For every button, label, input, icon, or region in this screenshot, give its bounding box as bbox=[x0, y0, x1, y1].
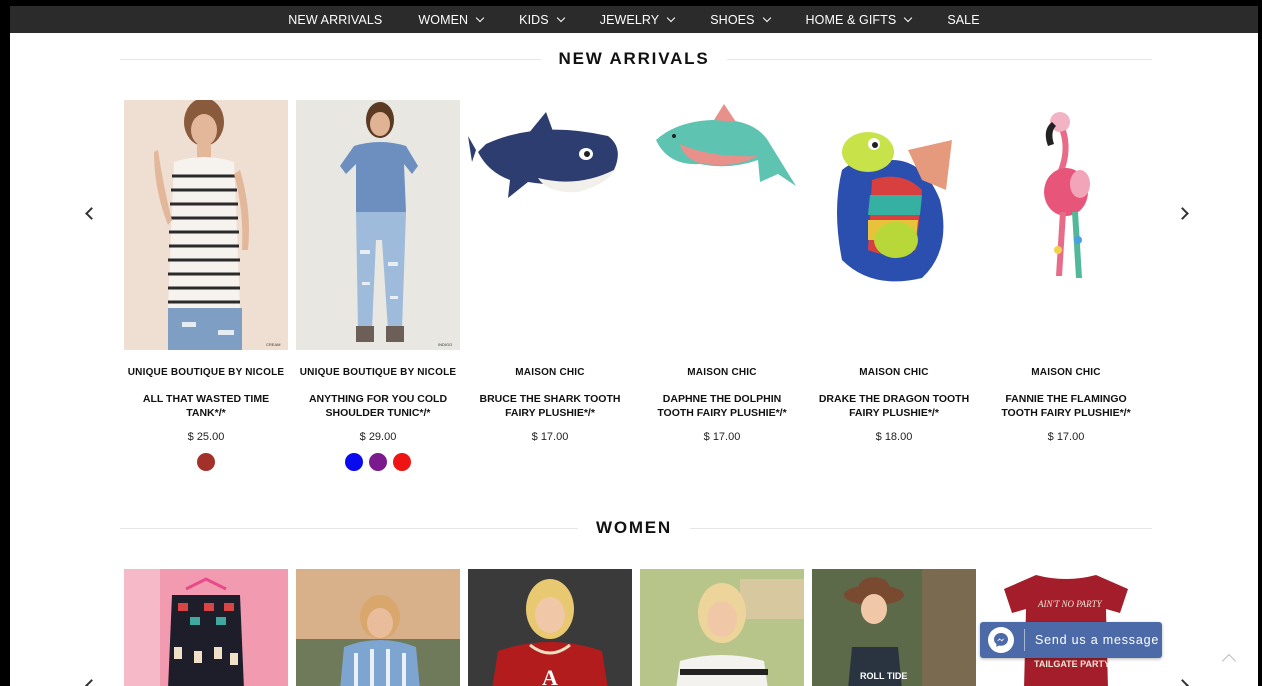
nav-label: HOME & GIFTS bbox=[805, 12, 897, 27]
product-brand: MAISON CHIC bbox=[859, 367, 929, 378]
chevron-up-icon[interactable] bbox=[1221, 653, 1237, 669]
nav-label: NEW ARRIVALS bbox=[288, 12, 383, 27]
send-message-label: Send us a message bbox=[1035, 633, 1160, 647]
nav-label: KIDS bbox=[519, 12, 549, 27]
chevron-left-icon[interactable] bbox=[85, 207, 98, 220]
product-price: $ 18.00 bbox=[875, 431, 913, 443]
product-image[interactable] bbox=[124, 569, 288, 686]
chevron-down-icon bbox=[556, 13, 565, 22]
product-card[interactable]: CREAM UNIQUE BOUTIQUE BY NICOLE ALL THAT… bbox=[124, 100, 288, 471]
product-image[interactable] bbox=[640, 100, 804, 350]
nav-label: SALE bbox=[947, 12, 980, 27]
product-brand: UNIQUE BOUTIQUE BY NICOLE bbox=[299, 367, 457, 378]
product-name[interactable]: ALL THAT WASTED TIME TANK*/* bbox=[124, 392, 288, 420]
product-name[interactable]: DAPHNE THE DOLPHIN TOOTH FAIRY PLUSHIE*/… bbox=[640, 392, 804, 420]
product-name[interactable]: BRUCE THE SHARK TOOTH FAIRY PLUSHIE*/* bbox=[468, 392, 632, 420]
nav-label: JEWELRY bbox=[599, 12, 660, 27]
nav-jewelry[interactable]: JEWELRY bbox=[599, 12, 676, 27]
chevron-down-icon bbox=[904, 13, 913, 22]
chevron-down-icon bbox=[475, 13, 485, 22]
chevron-left-icon[interactable] bbox=[85, 679, 98, 686]
messenger-icon bbox=[988, 627, 1014, 653]
chevron-right-icon[interactable] bbox=[1176, 679, 1189, 686]
product-photo bbox=[468, 112, 618, 198]
color-swatch[interactable] bbox=[393, 453, 411, 471]
product-price: $ 29.00 bbox=[359, 431, 397, 443]
product-photo: CREAM bbox=[124, 100, 288, 350]
product-photo bbox=[124, 569, 288, 686]
product-name[interactable]: FANNIE THE FLAMINGO TOOTH FAIRY PLUSHIE*… bbox=[984, 392, 1148, 420]
product-photo: ROLL TIDE bbox=[812, 569, 976, 686]
svg-text:AIN'T NO PARTY: AIN'T NO PARTY bbox=[1037, 599, 1103, 609]
chevron-down-icon bbox=[762, 13, 771, 22]
product-image[interactable] bbox=[812, 100, 976, 350]
svg-text:INDIGO: INDIGO bbox=[438, 342, 452, 347]
product-price: $ 17.00 bbox=[703, 431, 741, 443]
product-card[interactable]: MAISON CHIC FANNIE THE FLAMINGO TOOTH FA… bbox=[984, 100, 1148, 443]
product-photo bbox=[296, 569, 460, 686]
product-photo bbox=[837, 132, 952, 282]
nav-shoes[interactable]: SHOES bbox=[710, 12, 771, 27]
product-photo bbox=[1044, 112, 1090, 278]
product-image[interactable]: INDIGO bbox=[296, 100, 460, 350]
divider bbox=[1024, 629, 1025, 651]
svg-text:A: A bbox=[542, 665, 558, 686]
color-swatch[interactable] bbox=[369, 453, 387, 471]
product-price: $ 17.00 bbox=[531, 431, 569, 443]
nav-kids[interactable]: KIDS bbox=[519, 12, 565, 27]
product-card[interactable]: MAISON CHIC BRUCE THE SHARK TOOTH FAIRY … bbox=[468, 100, 632, 443]
send-message-button[interactable]: Send us a message bbox=[980, 622, 1162, 658]
product-card[interactable]: INDIGO UNIQUE BOUTIQUE BY NICOLE ANYTHIN… bbox=[296, 100, 460, 471]
product-brand: MAISON CHIC bbox=[687, 367, 757, 378]
color-swatch[interactable] bbox=[197, 453, 215, 471]
product-image[interactable]: A bbox=[468, 569, 632, 686]
page: NEW ARRIVALS WOMEN KIDS JEWELRY SHOES HO… bbox=[10, 6, 1258, 686]
product-photo: INDIGO bbox=[296, 100, 460, 350]
product-photo bbox=[640, 569, 804, 686]
product-brand: MAISON CHIC bbox=[1031, 367, 1101, 378]
color-swatch[interactable] bbox=[345, 453, 363, 471]
product-image[interactable]: ROLL TIDE bbox=[812, 569, 976, 686]
product-image[interactable] bbox=[640, 569, 804, 686]
color-swatches bbox=[124, 453, 288, 471]
product-brand: MAISON CHIC bbox=[515, 367, 585, 378]
nav-sale[interactable]: SALE bbox=[947, 13, 979, 27]
svg-text:ROLL TIDE: ROLL TIDE bbox=[860, 671, 907, 681]
color-swatches bbox=[296, 453, 460, 471]
window-frame: NEW ARRIVALS WOMEN KIDS JEWELRY SHOES HO… bbox=[0, 0, 1262, 686]
nav-women[interactable]: WOMEN bbox=[418, 12, 485, 27]
product-photo bbox=[656, 104, 796, 186]
product-photo: A bbox=[468, 569, 632, 686]
product-image[interactable] bbox=[468, 100, 632, 350]
chevron-down-icon bbox=[667, 13, 676, 22]
nav-home-gifts[interactable]: HOME & GIFTS bbox=[805, 12, 913, 27]
product-brand: UNIQUE BOUTIQUE BY NICOLE bbox=[127, 367, 285, 378]
product-image[interactable]: CREAM bbox=[124, 100, 288, 350]
main-nav: NEW ARRIVALS WOMEN KIDS JEWELRY SHOES HO… bbox=[10, 6, 1258, 33]
product-name[interactable]: DRAKE THE DRAGON TOOTH FAIRY PLUSHIE*/* bbox=[812, 392, 976, 420]
nav-label: SHOES bbox=[710, 12, 755, 27]
nav-new-arrivals[interactable]: NEW ARRIVALS bbox=[288, 13, 382, 27]
svg-text:TAILGATE PARTY: TAILGATE PARTY bbox=[1034, 659, 1110, 669]
product-name[interactable]: ANYTHING FOR YOU COLD SHOULDER TUNIC*/* bbox=[296, 392, 460, 420]
product-image[interactable] bbox=[296, 569, 460, 686]
product-card[interactable]: MAISON CHIC DAPHNE THE DOLPHIN TOOTH FAI… bbox=[640, 100, 804, 443]
nav-label: WOMEN bbox=[418, 12, 469, 27]
product-image[interactable] bbox=[984, 100, 1148, 350]
product-price: $ 17.00 bbox=[1047, 431, 1085, 443]
product-price: $ 25.00 bbox=[187, 431, 225, 443]
product-card[interactable]: MAISON CHIC DRAKE THE DRAGON TOOTH FAIRY… bbox=[812, 100, 976, 443]
svg-text:CREAM: CREAM bbox=[266, 342, 280, 347]
chevron-right-icon[interactable] bbox=[1176, 207, 1189, 220]
